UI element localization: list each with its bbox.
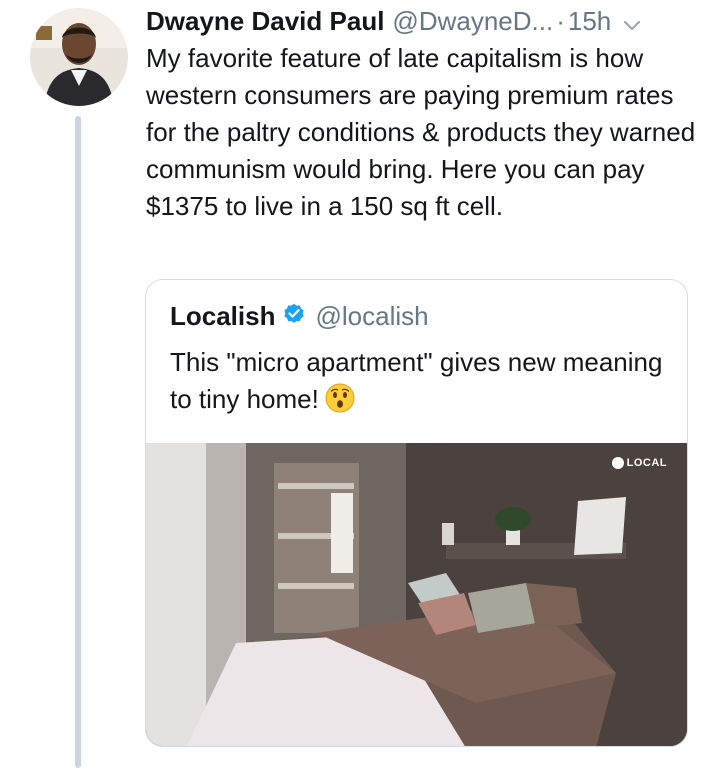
avatar-image [30,8,128,106]
localish-watermark: LOCAL [611,457,667,469]
quoted-tweet-text: This "micro apartment" gives new meaning… [170,344,670,423]
author-avatar[interactable] [30,8,128,106]
bedroom-image [146,443,687,746]
quoted-tweet-header: Localish @localish [170,298,429,334]
tweet-timestamp[interactable]: 15h [568,6,611,37]
verified-badge-icon [282,301,306,332]
thread-connector [75,116,81,768]
tweet-text: My favorite feature of late capitalism i… [146,43,696,221]
chevron-down-icon[interactable] [623,8,641,39]
quoted-author-handle[interactable]: @localish [315,301,428,332]
hushed-face-emoji-icon [325,383,355,423]
video-thumbnail[interactable]: LOCAL [146,443,687,746]
watermark-text: LOCAL [626,457,667,469]
network-logo-icon [611,457,624,469]
separator-dot: · [556,5,565,36]
quoted-tweet-text-content: This "micro apartment" gives new meaning… [170,347,663,414]
quoted-tweet-card[interactable]: Localish @localish This "micro apartment… [145,279,688,747]
tweet-header: Dwayne David Paul @DwayneD... · 15h [146,2,706,40]
quoted-author-name[interactable]: Localish [170,301,275,332]
author-handle[interactable]: @DwayneD... [392,6,553,37]
author-name[interactable]: Dwayne David Paul [146,6,384,37]
